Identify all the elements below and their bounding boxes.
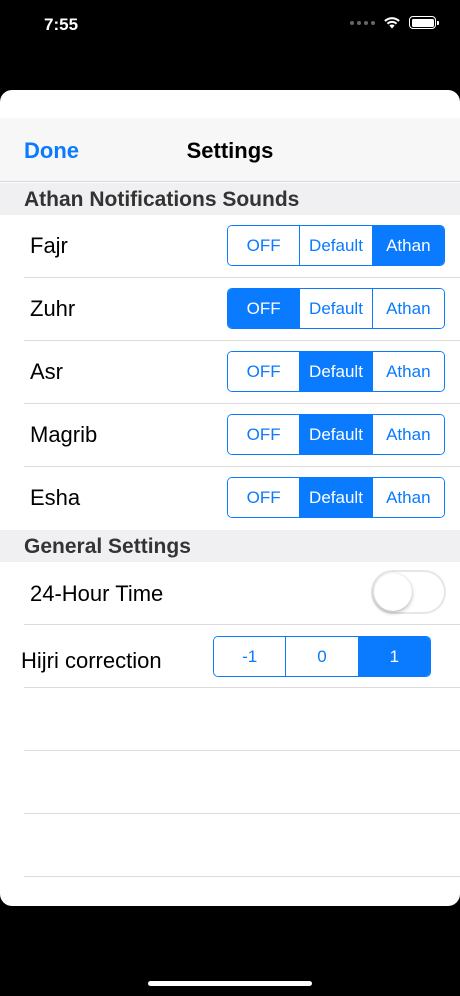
prayer-label: Magrib — [30, 422, 98, 447]
athan-row-esha: Esha OFF Default Athan — [0, 467, 460, 530]
option-athan[interactable]: Athan — [371, 478, 444, 517]
status-time: 7:55 — [44, 15, 79, 34]
athan-row-zuhr: Zuhr OFF Default Athan — [0, 278, 460, 341]
option-off[interactable]: OFF — [228, 289, 300, 328]
time-format-label: 24-Hour Time — [30, 581, 164, 606]
empty-row — [0, 688, 460, 751]
option-off[interactable]: OFF — [228, 226, 300, 265]
option-off[interactable]: OFF — [228, 352, 300, 391]
athan-sound-selector[interactable]: OFF Default Athan — [227, 351, 445, 392]
hijri-correction-label: Hijri correction — [21, 648, 162, 673]
time-format-row: 24-Hour Time — [0, 562, 460, 625]
option-athan[interactable]: Athan — [371, 289, 444, 328]
section-title-athan: Athan Notifications Sounds — [24, 188, 300, 211]
prayer-label: Esha — [30, 485, 81, 510]
status-bar: 7:55 — [0, 0, 460, 52]
option-default[interactable]: Default — [299, 415, 372, 454]
option-minus-one[interactable]: -1 — [214, 637, 286, 676]
option-zero[interactable]: 0 — [285, 637, 358, 676]
wifi-icon — [384, 17, 400, 29]
option-plus-one[interactable]: 1 — [357, 637, 430, 676]
battery-icon — [409, 16, 439, 29]
empty-row — [0, 814, 460, 877]
page-title: Settings — [186, 138, 274, 163]
athan-sound-selector[interactable]: OFF Default Athan — [227, 477, 445, 518]
option-default[interactable]: Default — [299, 226, 372, 265]
athan-sound-selector[interactable]: OFF Default Athan — [227, 288, 445, 329]
athan-row-magrib: Magrib OFF Default Athan — [0, 404, 460, 467]
24-hour-time-toggle[interactable] — [371, 570, 446, 614]
section-header-athan: Athan Notifications Sounds — [0, 183, 460, 215]
option-athan[interactable]: Athan — [371, 352, 444, 391]
home-indicator[interactable] — [148, 981, 312, 986]
prayer-label: Fajr — [30, 233, 68, 258]
toggle-knob — [374, 573, 412, 611]
settings-sheet: Done Settings Athan Notifications Sounds… — [0, 90, 460, 906]
section-header-general: General Settings — [0, 530, 460, 562]
status-icons — [350, 16, 439, 29]
option-athan[interactable]: Athan — [371, 415, 444, 454]
empty-row — [0, 751, 460, 814]
option-default[interactable]: Default — [299, 289, 372, 328]
athan-row-fajr: Fajr OFF Default Athan — [0, 215, 460, 278]
prayer-label: Zuhr — [30, 296, 76, 321]
navigation-bar: Done Settings — [0, 118, 460, 182]
prayer-label: Asr — [30, 359, 63, 384]
athan-row-asr: Asr OFF Default Athan — [0, 341, 460, 404]
hijri-correction-selector[interactable]: -1 0 1 — [213, 636, 431, 677]
option-athan[interactable]: Athan — [371, 226, 444, 265]
athan-sound-selector[interactable]: OFF Default Athan — [227, 225, 445, 266]
hijri-correction-row: Hijri correction -1 0 1 — [0, 625, 460, 688]
option-default[interactable]: Default — [299, 352, 372, 391]
option-default[interactable]: Default — [299, 478, 372, 517]
section-title-general: General Settings — [24, 535, 191, 558]
option-off[interactable]: OFF — [228, 478, 300, 517]
signal-icon — [350, 20, 375, 25]
option-off[interactable]: OFF — [228, 415, 300, 454]
athan-sound-selector[interactable]: OFF Default Athan — [227, 414, 445, 455]
